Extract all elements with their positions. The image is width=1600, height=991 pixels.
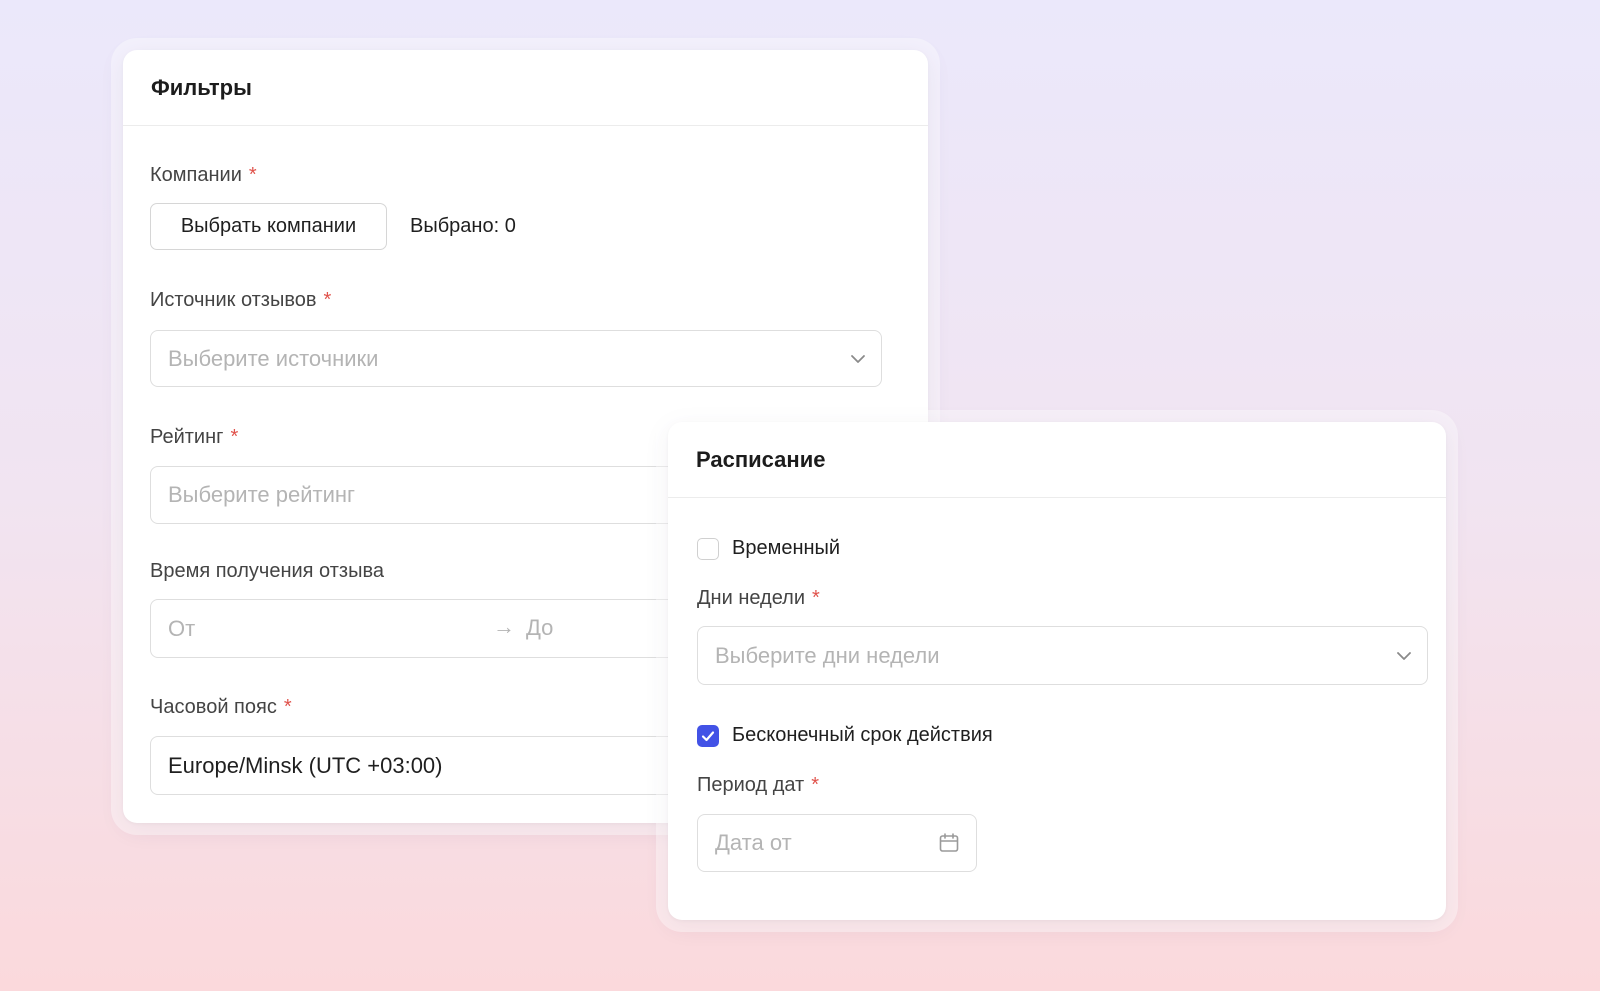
review-source-required-mark: * — [323, 289, 332, 311]
review-time-from[interactable]: От — [168, 616, 195, 642]
review-time-label-text: Время получения отзыва — [150, 560, 384, 582]
rating-label-text: Рейтинг — [150, 426, 224, 448]
weekdays-required-mark: * — [812, 587, 820, 609]
chevron-down-icon — [1397, 651, 1411, 660]
select-companies-button[interactable]: Выбрать компании — [150, 203, 387, 250]
temporary-checkbox-label[interactable]: Временный — [732, 537, 840, 560]
schedule-title: Расписание — [696, 446, 826, 472]
infinite-validity-checkbox[interactable] — [697, 725, 719, 747]
timezone-value: Europe/Minsk (UTC +03:00) — [168, 752, 443, 778]
companies-label: Компании * — [150, 164, 257, 187]
range-arrow-icon: → — [493, 614, 515, 639]
weekdays-label: Дни недели * — [697, 587, 820, 610]
companies-label-text: Компании — [150, 164, 242, 186]
infinite-validity-label[interactable]: Бесконечный срок действия — [732, 724, 993, 747]
chevron-down-icon — [851, 354, 865, 363]
schedule-header: Расписание — [668, 422, 1446, 498]
review-source-select[interactable]: Выберите источники — [150, 330, 882, 387]
filters-title: Фильтры — [151, 74, 252, 100]
date-period-required-mark: * — [811, 774, 820, 796]
weekdays-placeholder: Выберите дни недели — [715, 642, 940, 668]
review-time-to[interactable]: До — [526, 615, 553, 641]
selected-companies-count: Выбрано: 0 — [410, 215, 516, 237]
timezone-label: Часовой пояс * — [150, 696, 292, 719]
rating-required-mark: * — [230, 426, 239, 448]
companies-required-mark: * — [248, 164, 257, 186]
review-time-label: Время получения отзыва — [150, 560, 384, 583]
date-period-label-text: Период дат — [697, 774, 805, 796]
rating-placeholder: Выберите рейтинг — [168, 482, 356, 507]
date-from-input[interactable]: Дата от — [697, 814, 977, 872]
check-icon — [701, 731, 715, 742]
review-source-label-text: Источник отзывов — [150, 289, 317, 311]
rating-label: Рейтинг * — [150, 426, 238, 449]
review-source-label: Источник отзывов * — [150, 289, 331, 312]
schedule-card: Расписание Временный Дни недели * Выберит… — [668, 422, 1446, 920]
temporary-checkbox[interactable] — [697, 538, 719, 560]
timezone-label-text: Часовой пояс — [150, 696, 277, 718]
date-from-placeholder: Дата от — [715, 830, 792, 855]
filters-header: Фильтры — [123, 50, 928, 126]
timezone-required-mark: * — [283, 696, 292, 718]
date-period-label: Период дат * — [697, 774, 819, 797]
review-source-placeholder: Выберите источники — [168, 345, 379, 371]
calendar-icon[interactable] — [938, 832, 960, 854]
weekdays-select[interactable]: Выберите дни недели — [697, 626, 1428, 685]
weekdays-label-text: Дни недели — [697, 587, 806, 609]
